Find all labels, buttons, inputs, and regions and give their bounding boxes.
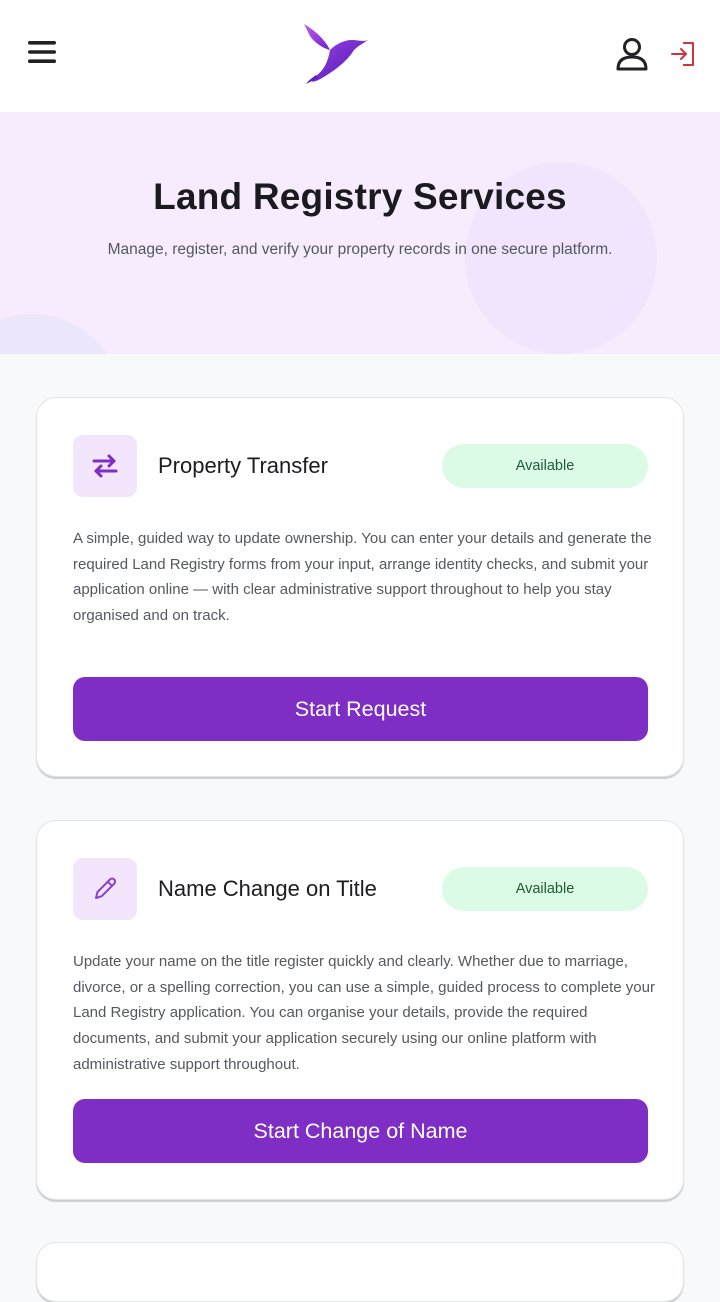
- start-change-of-name-button[interactable]: Start Change of Name: [73, 1099, 648, 1163]
- status-badge: Available: [442, 867, 648, 911]
- service-card: [36, 1242, 684, 1302]
- service-title: Name Change on Title: [158, 876, 377, 901]
- decorative-circle: [0, 314, 122, 354]
- service-description: Update your name on the title register q…: [73, 953, 655, 1073]
- service-description: A simple, guided way to update ownership…: [73, 530, 652, 625]
- start-request-button[interactable]: Start Request: [73, 677, 648, 741]
- hummingbird-logo-icon[interactable]: [300, 20, 370, 86]
- pencil-edit-icon: [73, 858, 137, 920]
- sign-in-icon[interactable]: [668, 40, 698, 68]
- service-title: Property Transfer: [158, 453, 328, 478]
- page-subtitle: Manage, register, and verify your proper…: [107, 241, 613, 258]
- page-title: Land Registry Services: [153, 176, 567, 217]
- top-navigation-bar: [0, 0, 720, 112]
- swap-arrows-icon: [73, 435, 137, 497]
- service-card-property-transfer: Property Transfer Available A simple, gu…: [36, 397, 684, 777]
- user-account-icon[interactable]: [612, 36, 652, 72]
- hero-banner: Land Registry Services Manage, register,…: [0, 112, 720, 354]
- status-badge: Available: [442, 444, 648, 488]
- service-card-name-change: Name Change on Title Available Update yo…: [36, 820, 684, 1200]
- hamburger-menu-icon[interactable]: [22, 34, 62, 70]
